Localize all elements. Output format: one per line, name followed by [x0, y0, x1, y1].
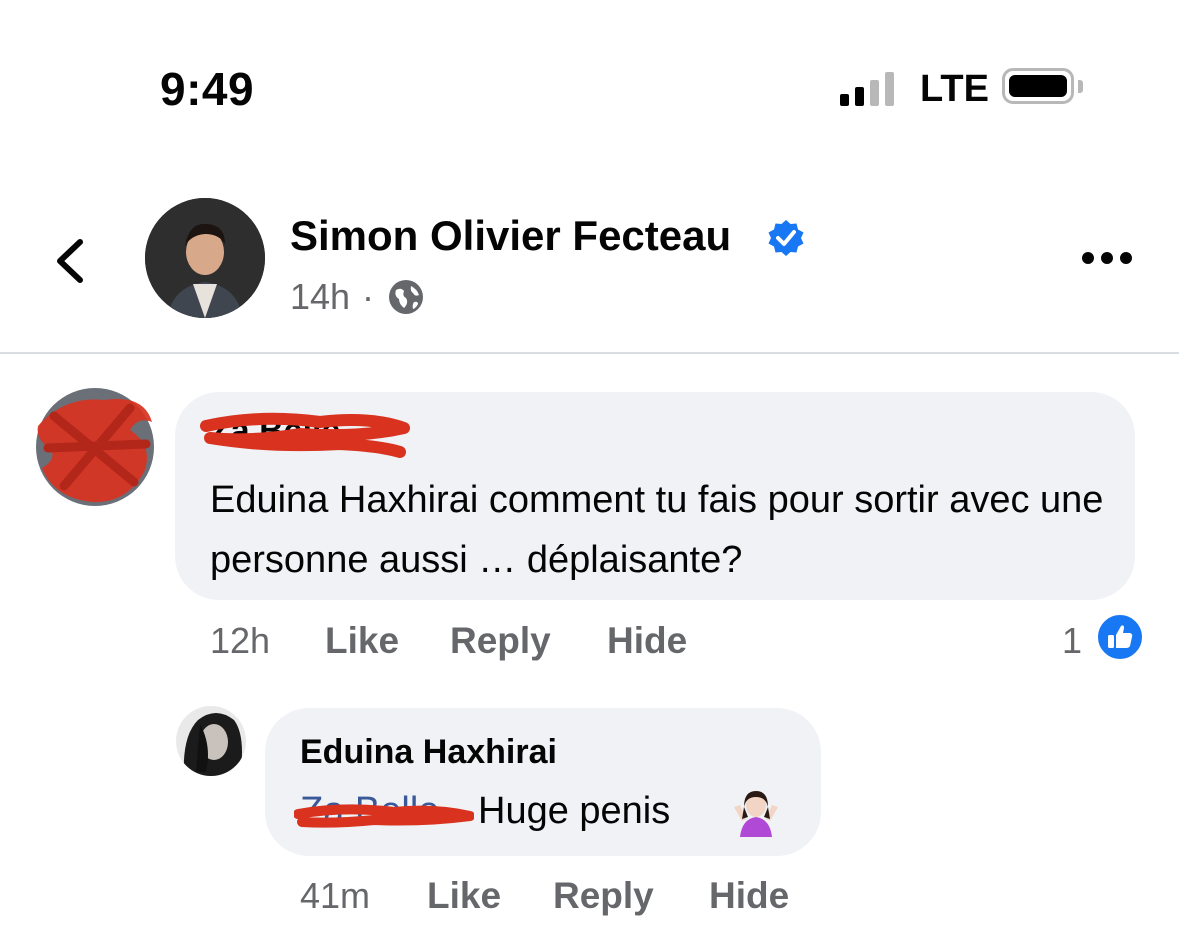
reply-author-avatar[interactable] — [176, 706, 246, 776]
shrug-emoji-icon — [730, 785, 782, 837]
battery-icon — [1002, 68, 1074, 104]
hide-button[interactable]: Hide — [709, 875, 789, 917]
comment-text: Eduina Haxhirai comment tu fais pour sor… — [210, 479, 1104, 581]
redaction-scribble — [293, 796, 475, 836]
like-button[interactable]: Like — [325, 620, 399, 662]
signal-icon — [840, 72, 900, 106]
like-button[interactable]: Like — [427, 875, 501, 917]
reply-timestamp[interactable]: 41m — [300, 875, 370, 917]
post-timestamp[interactable]: 14h — [290, 276, 350, 318]
verified-badge-icon — [766, 218, 806, 258]
post-author-name[interactable]: Simon Olivier Fecteau — [290, 212, 731, 260]
like-reaction-icon[interactable] — [1096, 613, 1144, 661]
battery-tip — [1078, 80, 1083, 93]
redaction-scribble — [200, 408, 410, 464]
back-chevron-icon[interactable] — [50, 236, 94, 286]
comment-timestamp[interactable]: 12h — [210, 620, 270, 662]
meta-separator: · — [362, 276, 374, 317]
reply-text: Huge penis — [478, 790, 671, 832]
commenter-avatar-redacted[interactable] — [34, 386, 156, 508]
author-avatar[interactable] — [145, 198, 265, 318]
reaction-count[interactable]: 1 — [1062, 620, 1082, 662]
reply-button[interactable]: Reply — [553, 875, 654, 917]
reply-author-name[interactable]: Eduina Haxhirai — [300, 733, 557, 772]
globe-icon — [387, 278, 425, 316]
status-time: 9:49 — [160, 63, 255, 115]
hide-button[interactable]: Hide — [607, 620, 687, 662]
more-options-icon[interactable] — [1080, 248, 1134, 268]
network-label: LTE — [920, 68, 989, 110]
reply-button[interactable]: Reply — [450, 620, 551, 662]
header-divider — [0, 352, 1179, 354]
